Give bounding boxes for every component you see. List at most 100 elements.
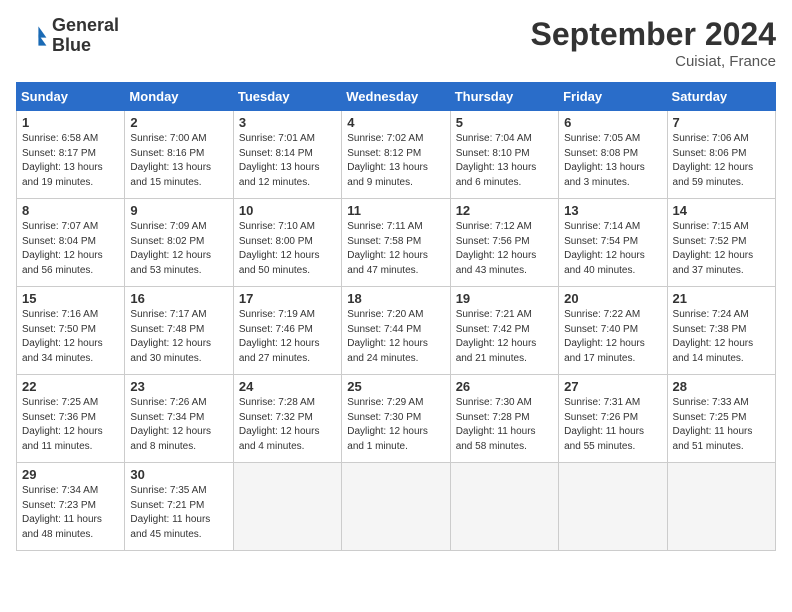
day-number: 10 xyxy=(239,203,336,218)
header-tuesday: Tuesday xyxy=(233,83,341,111)
day-info: Sunrise: 7:26 AMSunset: 7:34 PMDaylight:… xyxy=(130,396,227,454)
calendar-cell: 9 Sunrise: 7:09 AMSunset: 8:02 PMDayligh… xyxy=(125,199,233,287)
header-friday: Friday xyxy=(559,83,667,111)
day-info: Sunrise: 7:24 AMSunset: 7:38 PMDaylight:… xyxy=(673,308,770,366)
day-info: Sunrise: 7:01 AMSunset: 8:14 PMDaylight:… xyxy=(239,132,336,190)
calendar-week-row: 8 Sunrise: 7:07 AMSunset: 8:04 PMDayligh… xyxy=(17,199,776,287)
calendar-week-row: 22 Sunrise: 7:25 AMSunset: 7:36 PMDaylig… xyxy=(17,375,776,463)
day-info: Sunrise: 7:16 AMSunset: 7:50 PMDaylight:… xyxy=(22,308,119,366)
day-number: 9 xyxy=(130,203,227,218)
day-info: Sunrise: 7:09 AMSunset: 8:02 PMDaylight:… xyxy=(130,220,227,278)
day-number: 6 xyxy=(564,115,661,130)
day-info: Sunrise: 7:15 AMSunset: 7:52 PMDaylight:… xyxy=(673,220,770,278)
day-number: 25 xyxy=(347,379,444,394)
month-title: September 2024 xyxy=(531,16,776,53)
calendar-cell: 16 Sunrise: 7:17 AMSunset: 7:48 PMDaylig… xyxy=(125,287,233,375)
day-number: 7 xyxy=(673,115,770,130)
day-info: Sunrise: 7:31 AMSunset: 7:26 PMDaylight:… xyxy=(564,396,661,454)
calendar-cell xyxy=(233,463,341,551)
day-info: Sunrise: 7:11 AMSunset: 7:58 PMDaylight:… xyxy=(347,220,444,278)
day-info: Sunrise: 7:10 AMSunset: 8:00 PMDaylight:… xyxy=(239,220,336,278)
day-number: 4 xyxy=(347,115,444,130)
day-number: 29 xyxy=(22,467,119,482)
calendar-cell: 22 Sunrise: 7:25 AMSunset: 7:36 PMDaylig… xyxy=(17,375,125,463)
day-info: Sunrise: 7:12 AMSunset: 7:56 PMDaylight:… xyxy=(456,220,553,278)
location: Cuisiat, France xyxy=(531,53,776,70)
calendar-cell xyxy=(342,463,450,551)
calendar-cell: 13 Sunrise: 7:14 AMSunset: 7:54 PMDaylig… xyxy=(559,199,667,287)
calendar-cell: 25 Sunrise: 7:29 AMSunset: 7:30 PMDaylig… xyxy=(342,375,450,463)
calendar-cell: 29 Sunrise: 7:34 AMSunset: 7:23 PMDaylig… xyxy=(17,463,125,551)
calendar-cell: 17 Sunrise: 7:19 AMSunset: 7:46 PMDaylig… xyxy=(233,287,341,375)
day-number: 18 xyxy=(347,291,444,306)
day-number: 30 xyxy=(130,467,227,482)
calendar-week-row: 15 Sunrise: 7:16 AMSunset: 7:50 PMDaylig… xyxy=(17,287,776,375)
day-info: Sunrise: 7:07 AMSunset: 8:04 PMDaylight:… xyxy=(22,220,119,278)
calendar-week-row: 29 Sunrise: 7:34 AMSunset: 7:23 PMDaylig… xyxy=(17,463,776,551)
day-number: 20 xyxy=(564,291,661,306)
calendar-table: Sunday Monday Tuesday Wednesday Thursday… xyxy=(16,82,776,551)
calendar-cell: 19 Sunrise: 7:21 AMSunset: 7:42 PMDaylig… xyxy=(450,287,558,375)
calendar-cell: 30 Sunrise: 7:35 AMSunset: 7:21 PMDaylig… xyxy=(125,463,233,551)
calendar-cell xyxy=(667,463,775,551)
calendar-week-row: 1 Sunrise: 6:58 AMSunset: 8:17 PMDayligh… xyxy=(17,111,776,199)
page-header: General Blue September 2024 Cuisiat, Fra… xyxy=(16,16,776,70)
calendar-cell: 11 Sunrise: 7:11 AMSunset: 7:58 PMDaylig… xyxy=(342,199,450,287)
day-number: 19 xyxy=(456,291,553,306)
day-info: Sunrise: 7:34 AMSunset: 7:23 PMDaylight:… xyxy=(22,484,119,542)
calendar-cell: 23 Sunrise: 7:26 AMSunset: 7:34 PMDaylig… xyxy=(125,375,233,463)
day-number: 2 xyxy=(130,115,227,130)
weekday-header-row: Sunday Monday Tuesday Wednesday Thursday… xyxy=(17,83,776,111)
calendar-cell: 27 Sunrise: 7:31 AMSunset: 7:26 PMDaylig… xyxy=(559,375,667,463)
header-sunday: Sunday xyxy=(17,83,125,111)
day-info: Sunrise: 7:06 AMSunset: 8:06 PMDaylight:… xyxy=(673,132,770,190)
calendar-cell: 7 Sunrise: 7:06 AMSunset: 8:06 PMDayligh… xyxy=(667,111,775,199)
calendar-cell: 24 Sunrise: 7:28 AMSunset: 7:32 PMDaylig… xyxy=(233,375,341,463)
day-number: 21 xyxy=(673,291,770,306)
calendar-cell: 12 Sunrise: 7:12 AMSunset: 7:56 PMDaylig… xyxy=(450,199,558,287)
day-number: 8 xyxy=(22,203,119,218)
header-wednesday: Wednesday xyxy=(342,83,450,111)
title-block: September 2024 Cuisiat, France xyxy=(531,16,776,70)
day-number: 23 xyxy=(130,379,227,394)
calendar-cell: 2 Sunrise: 7:00 AMSunset: 8:16 PMDayligh… xyxy=(125,111,233,199)
day-number: 17 xyxy=(239,291,336,306)
day-info: Sunrise: 7:22 AMSunset: 7:40 PMDaylight:… xyxy=(564,308,661,366)
day-info: Sunrise: 7:05 AMSunset: 8:08 PMDaylight:… xyxy=(564,132,661,190)
day-number: 11 xyxy=(347,203,444,218)
calendar-cell: 5 Sunrise: 7:04 AMSunset: 8:10 PMDayligh… xyxy=(450,111,558,199)
day-number: 27 xyxy=(564,379,661,394)
calendar-cell: 28 Sunrise: 7:33 AMSunset: 7:25 PMDaylig… xyxy=(667,375,775,463)
logo: General Blue xyxy=(16,16,119,56)
day-info: Sunrise: 7:33 AMSunset: 7:25 PMDaylight:… xyxy=(673,396,770,454)
day-number: 16 xyxy=(130,291,227,306)
day-number: 14 xyxy=(673,203,770,218)
day-info: Sunrise: 7:02 AMSunset: 8:12 PMDaylight:… xyxy=(347,132,444,190)
logo-icon xyxy=(16,20,48,52)
header-saturday: Saturday xyxy=(667,83,775,111)
calendar-cell: 3 Sunrise: 7:01 AMSunset: 8:14 PMDayligh… xyxy=(233,111,341,199)
calendar-cell: 18 Sunrise: 7:20 AMSunset: 7:44 PMDaylig… xyxy=(342,287,450,375)
calendar-cell: 8 Sunrise: 7:07 AMSunset: 8:04 PMDayligh… xyxy=(17,199,125,287)
day-number: 28 xyxy=(673,379,770,394)
day-info: Sunrise: 7:04 AMSunset: 8:10 PMDaylight:… xyxy=(456,132,553,190)
logo-text: General Blue xyxy=(52,16,119,56)
day-info: Sunrise: 7:28 AMSunset: 7:32 PMDaylight:… xyxy=(239,396,336,454)
day-info: Sunrise: 6:58 AMSunset: 8:17 PMDaylight:… xyxy=(22,132,119,190)
day-info: Sunrise: 7:29 AMSunset: 7:30 PMDaylight:… xyxy=(347,396,444,454)
day-info: Sunrise: 7:14 AMSunset: 7:54 PMDaylight:… xyxy=(564,220,661,278)
day-number: 1 xyxy=(22,115,119,130)
day-number: 15 xyxy=(22,291,119,306)
calendar-cell: 15 Sunrise: 7:16 AMSunset: 7:50 PMDaylig… xyxy=(17,287,125,375)
day-info: Sunrise: 7:35 AMSunset: 7:21 PMDaylight:… xyxy=(130,484,227,542)
calendar-cell: 20 Sunrise: 7:22 AMSunset: 7:40 PMDaylig… xyxy=(559,287,667,375)
day-info: Sunrise: 7:00 AMSunset: 8:16 PMDaylight:… xyxy=(130,132,227,190)
day-info: Sunrise: 7:21 AMSunset: 7:42 PMDaylight:… xyxy=(456,308,553,366)
day-number: 22 xyxy=(22,379,119,394)
calendar-cell: 26 Sunrise: 7:30 AMSunset: 7:28 PMDaylig… xyxy=(450,375,558,463)
calendar-cell xyxy=(559,463,667,551)
day-number: 26 xyxy=(456,379,553,394)
day-number: 24 xyxy=(239,379,336,394)
day-number: 3 xyxy=(239,115,336,130)
day-info: Sunrise: 7:17 AMSunset: 7:48 PMDaylight:… xyxy=(130,308,227,366)
